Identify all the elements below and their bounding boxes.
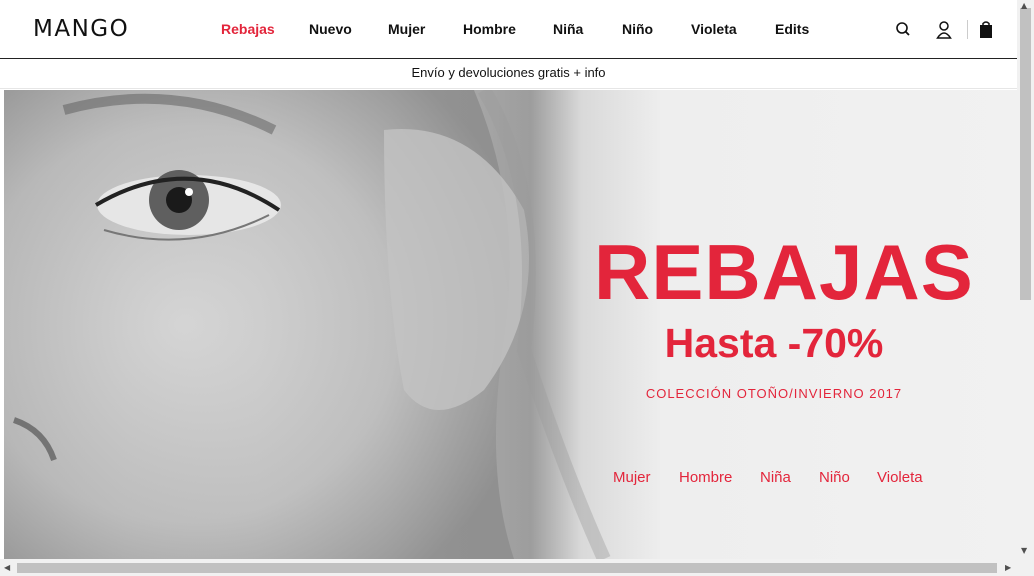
hero-banner[interactable]: REBAJAS Hasta -70% COLECCIÓN OTOÑO/INVIE… — [4, 90, 1017, 559]
nav-item-edits[interactable]: Edits — [775, 21, 809, 37]
hero-link-mujer[interactable]: Mujer — [613, 469, 651, 486]
nav-item-violeta[interactable]: Violeta — [691, 21, 737, 37]
hero-link-violeta[interactable]: Violeta — [877, 469, 923, 486]
nav-item-mujer[interactable]: Mujer — [388, 21, 425, 37]
hero-link-nina[interactable]: Niña — [760, 469, 791, 486]
hero-subtitle: Hasta -70% — [664, 320, 884, 366]
site-header: MANGO Rebajas Nuevo Mujer Hombre Niña Ni… — [0, 0, 1017, 59]
promo-bar: Envío y devoluciones gratis + info — [0, 59, 1017, 89]
shopping-bag-icon[interactable] — [977, 20, 995, 40]
mango-logo[interactable]: MANGO — [33, 16, 129, 42]
scroll-right-arrow-icon[interactable]: ▶ — [1005, 564, 1011, 572]
scroll-down-arrow-icon[interactable]: ▼ — [1021, 547, 1027, 555]
horizontal-scrollbar-thumb[interactable] — [17, 563, 997, 573]
hero-link-nino[interactable]: Niño — [819, 469, 850, 486]
promo-text: Envío y devoluciones gratis — [411, 65, 570, 80]
nav-item-rebajas[interactable]: Rebajas — [221, 21, 275, 37]
user-icon[interactable] — [935, 20, 953, 40]
header-divider — [967, 20, 968, 39]
nav-item-nina[interactable]: Niña — [553, 21, 583, 37]
hero-collection-label: COLECCIÓN OTOÑO/INVIERNO 2017 — [645, 386, 903, 401]
nav-item-nino[interactable]: Niño — [622, 21, 653, 37]
vertical-scrollbar-thumb[interactable] — [1020, 8, 1031, 300]
nav-item-nuevo[interactable]: Nuevo — [309, 21, 352, 37]
nav-item-hombre[interactable]: Hombre — [463, 21, 516, 37]
hero-title: REBAJAS — [594, 228, 974, 316]
scroll-left-arrow-icon[interactable]: ◀ — [4, 564, 10, 572]
scroll-up-arrow-icon[interactable]: ▲ — [1021, 2, 1027, 10]
search-icon[interactable] — [895, 20, 913, 40]
promo-info-link[interactable]: + info — [573, 65, 605, 80]
hero-link-hombre[interactable]: Hombre — [679, 469, 732, 486]
